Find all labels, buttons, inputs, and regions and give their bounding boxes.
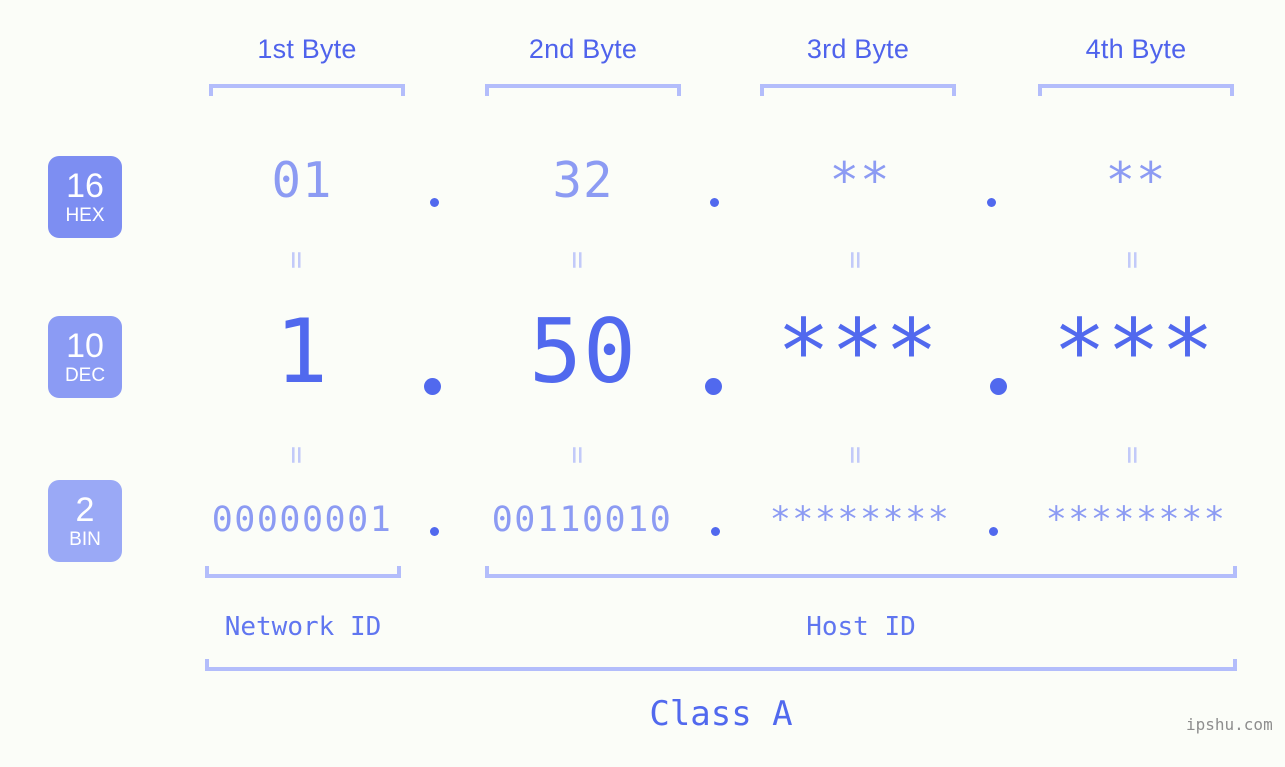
equality-mark-dec-bin-2: = bbox=[560, 445, 596, 465]
equality-mark-dec-bin-4: = bbox=[1115, 445, 1151, 465]
base-badge-hex: 16 HEX bbox=[48, 156, 122, 238]
byte-bracket-1 bbox=[209, 84, 405, 96]
network-id-label: Network ID bbox=[224, 612, 382, 642]
hex-byte-1: 01 bbox=[271, 152, 333, 209]
byte-bracket-3 bbox=[760, 84, 956, 96]
byte-bracket-4 bbox=[1038, 84, 1234, 96]
class-label: Class A bbox=[649, 694, 793, 734]
hex-byte-2: 32 bbox=[552, 152, 614, 209]
byte-header-3: 3rd Byte bbox=[806, 34, 910, 64]
hex-byte-4: ** bbox=[1105, 152, 1167, 209]
dec-byte-1: 1 bbox=[275, 300, 329, 403]
hex-separator-dot-1 bbox=[430, 198, 439, 207]
network-id-bracket bbox=[205, 566, 401, 578]
base-badge-dec: 10 DEC bbox=[48, 316, 122, 398]
base-badge-hex-abbr: HEX bbox=[65, 205, 105, 226]
dec-byte-4: *** bbox=[1053, 300, 1215, 403]
dec-byte-3: *** bbox=[777, 300, 939, 403]
hex-separator-dot-2 bbox=[710, 198, 719, 207]
dec-byte-2: 50 bbox=[529, 300, 637, 403]
ip-address-breakdown-diagram: 1st Byte 2nd Byte 3rd Byte 4th Byte 16 H… bbox=[0, 0, 1285, 767]
base-badge-hex-number: 16 bbox=[66, 167, 104, 205]
bin-byte-4: ******** bbox=[1045, 500, 1227, 540]
equality-mark-hex-dec-3: = bbox=[838, 250, 874, 270]
class-bracket bbox=[205, 659, 1237, 671]
equality-mark-hex-dec-1: = bbox=[279, 250, 315, 270]
dec-separator-dot-3 bbox=[990, 378, 1007, 395]
base-badge-dec-number: 10 bbox=[66, 327, 104, 365]
base-badge-bin: 2 BIN bbox=[48, 480, 122, 562]
base-badge-bin-number: 2 bbox=[75, 491, 95, 529]
site-watermark: ipshu.com bbox=[1186, 715, 1273, 734]
byte-header-1: 1st Byte bbox=[257, 34, 357, 64]
bin-byte-3: ******** bbox=[769, 500, 951, 540]
base-badge-dec-abbr: DEC bbox=[64, 365, 106, 386]
dec-separator-dot-2 bbox=[705, 378, 722, 395]
byte-header-2: 2nd Byte bbox=[528, 34, 638, 64]
equality-mark-dec-bin-1: = bbox=[279, 445, 315, 465]
hex-separator-dot-3 bbox=[987, 198, 996, 207]
equality-mark-hex-dec-2: = bbox=[560, 250, 596, 270]
bin-byte-2: 00110010 bbox=[491, 500, 673, 540]
equality-mark-dec-bin-3: = bbox=[838, 445, 874, 465]
base-badge-bin-abbr: BIN bbox=[69, 529, 101, 550]
dec-separator-dot-1 bbox=[424, 378, 441, 395]
host-id-bracket bbox=[485, 566, 1237, 578]
equality-mark-hex-dec-4: = bbox=[1115, 250, 1151, 270]
bin-separator-dot-2 bbox=[711, 527, 720, 536]
hex-byte-3: ** bbox=[829, 152, 891, 209]
byte-header-4: 4th Byte bbox=[1085, 34, 1187, 64]
bin-byte-1: 00000001 bbox=[211, 500, 393, 540]
bin-separator-dot-3 bbox=[989, 527, 998, 536]
byte-bracket-2 bbox=[485, 84, 681, 96]
bin-separator-dot-1 bbox=[430, 527, 439, 536]
host-id-label: Host ID bbox=[806, 612, 916, 642]
